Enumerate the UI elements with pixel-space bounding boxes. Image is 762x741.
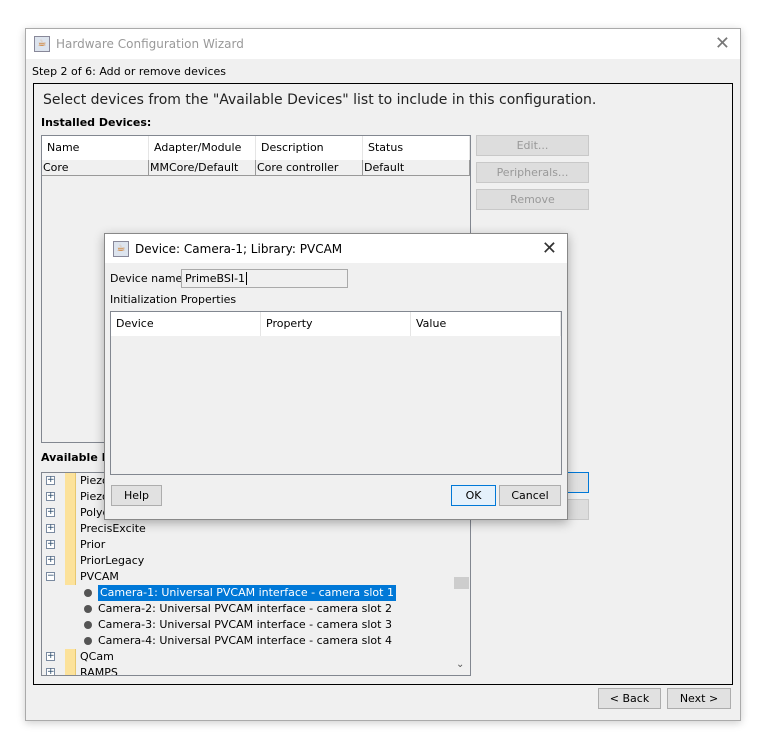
tree-node[interactable]: + PriorLegacy xyxy=(42,553,452,569)
column-header[interactable]: Adapter/Module xyxy=(149,136,256,160)
tree-node[interactable]: Camera-1: Universal PVCAM interface - ca… xyxy=(42,585,452,601)
dialog-title: Device: Camera-1; Library: PVCAM xyxy=(135,241,343,256)
ok-button[interactable]: OK xyxy=(451,485,496,506)
folder-icon xyxy=(65,553,76,569)
tree-node-label: PrecisExcite xyxy=(80,522,146,535)
close-icon[interactable]: ✕ xyxy=(542,238,557,259)
tree-node[interactable]: Camera-3: Universal PVCAM interface - ca… xyxy=(42,617,452,633)
device-name-input[interactable]: PrimeBSI-1 xyxy=(181,269,348,288)
folder-icon xyxy=(65,569,76,585)
back-button[interactable]: < Back xyxy=(598,688,661,709)
column-header[interactable]: Property xyxy=(261,312,411,336)
expand-icon[interactable]: + xyxy=(46,668,55,675)
device-icon xyxy=(84,605,92,613)
device-dialog: ☕ Device: Camera-1; Library: PVCAM ✕ Dev… xyxy=(104,233,568,520)
tree-node-label: RAMPS xyxy=(80,666,118,676)
next-button[interactable]: Next > xyxy=(667,688,731,709)
folder-icon xyxy=(65,505,76,521)
dialog-title-bar: ☕ Device: Camera-1; Library: PVCAM ✕ xyxy=(105,234,567,263)
scrollbar-thumb[interactable] xyxy=(454,577,469,589)
expand-icon[interactable]: + xyxy=(46,652,55,661)
table-row[interactable]: Core MMCore/Default Core controller Defa… xyxy=(42,160,470,176)
expand-icon[interactable]: + xyxy=(46,540,55,549)
device-name-value: PrimeBSI-1 xyxy=(185,272,246,285)
cell: Core xyxy=(42,160,149,175)
edit-button[interactable]: Edit... xyxy=(476,135,589,156)
instruction-text: Select devices from the "Available Devic… xyxy=(43,92,597,108)
help-button[interactable]: Help xyxy=(111,485,162,506)
tree-node-label: Camera-2: Universal PVCAM interface - ca… xyxy=(98,602,392,615)
device-name-label: Device name: xyxy=(110,272,187,285)
column-header[interactable]: Status xyxy=(363,136,470,160)
folder-icon xyxy=(65,473,76,489)
window-title: Hardware Configuration Wizard xyxy=(56,37,244,51)
tree-node[interactable]: Camera-4: Universal PVCAM interface - ca… xyxy=(42,633,452,649)
expand-icon[interactable]: + xyxy=(46,476,55,485)
column-header[interactable]: Value xyxy=(411,312,561,336)
tree-node-label: PVCAM xyxy=(80,570,119,583)
column-header[interactable]: Device xyxy=(111,312,261,336)
device-icon xyxy=(84,637,92,645)
collapse-icon[interactable]: − xyxy=(46,572,55,581)
step-label: Step 2 of 6: Add or remove devices xyxy=(32,65,227,78)
folder-icon xyxy=(65,665,76,675)
tree-node[interactable]: − PVCAM xyxy=(42,569,452,585)
tree-node[interactable]: Camera-2: Universal PVCAM interface - ca… xyxy=(42,601,452,617)
tree-node[interactable]: + Prior xyxy=(42,537,452,553)
cell: Core controller xyxy=(256,160,363,175)
folder-icon xyxy=(65,649,76,665)
peripherals-button[interactable]: Peripherals... xyxy=(476,162,589,183)
cell: MMCore/Default xyxy=(149,160,256,175)
folder-icon xyxy=(65,489,76,505)
table-header: Name Adapter/Module Description Status xyxy=(42,136,470,160)
installed-devices-label: Installed Devices: xyxy=(41,116,152,129)
close-icon[interactable]: ✕ xyxy=(715,33,730,54)
device-icon xyxy=(84,589,92,597)
tree-node-label: QCam xyxy=(80,650,114,663)
remove-button[interactable]: Remove xyxy=(476,189,589,210)
expand-icon[interactable]: + xyxy=(46,524,55,533)
folder-icon xyxy=(65,537,76,553)
title-bar: ☕ Hardware Configuration Wizard ✕ xyxy=(26,29,740,59)
tree-node-label: Camera-1: Universal PVCAM interface - ca… xyxy=(98,585,396,601)
expand-icon[interactable]: + xyxy=(46,508,55,517)
tree-node[interactable]: + PrecisExcite xyxy=(42,521,452,537)
tree-node-label: Prior xyxy=(80,538,106,551)
folder-icon xyxy=(65,521,76,537)
tree-node[interactable]: + QCam xyxy=(42,649,452,665)
table-header: Device Property Value xyxy=(111,312,561,336)
device-icon xyxy=(84,621,92,629)
tree-node-label: Camera-4: Universal PVCAM interface - ca… xyxy=(98,634,392,647)
tree-node-label: Camera-3: Universal PVCAM interface - ca… xyxy=(98,618,392,631)
java-icon: ☕ xyxy=(34,36,50,52)
init-properties-label: Initialization Properties xyxy=(110,293,237,306)
scroll-down-icon[interactable]: ⌄ xyxy=(456,659,464,670)
column-header[interactable]: Description xyxy=(256,136,363,160)
init-properties-table[interactable]: Device Property Value xyxy=(110,311,562,475)
java-icon: ☕ xyxy=(113,240,129,257)
cell: Default xyxy=(363,160,470,175)
tree-node-label: PriorLegacy xyxy=(80,554,145,567)
tree-node[interactable]: + RAMPS xyxy=(42,665,452,676)
column-header[interactable]: Name xyxy=(42,136,149,160)
expand-icon[interactable]: + xyxy=(46,492,55,501)
expand-icon[interactable]: + xyxy=(46,556,55,565)
cancel-button[interactable]: Cancel xyxy=(499,485,561,506)
